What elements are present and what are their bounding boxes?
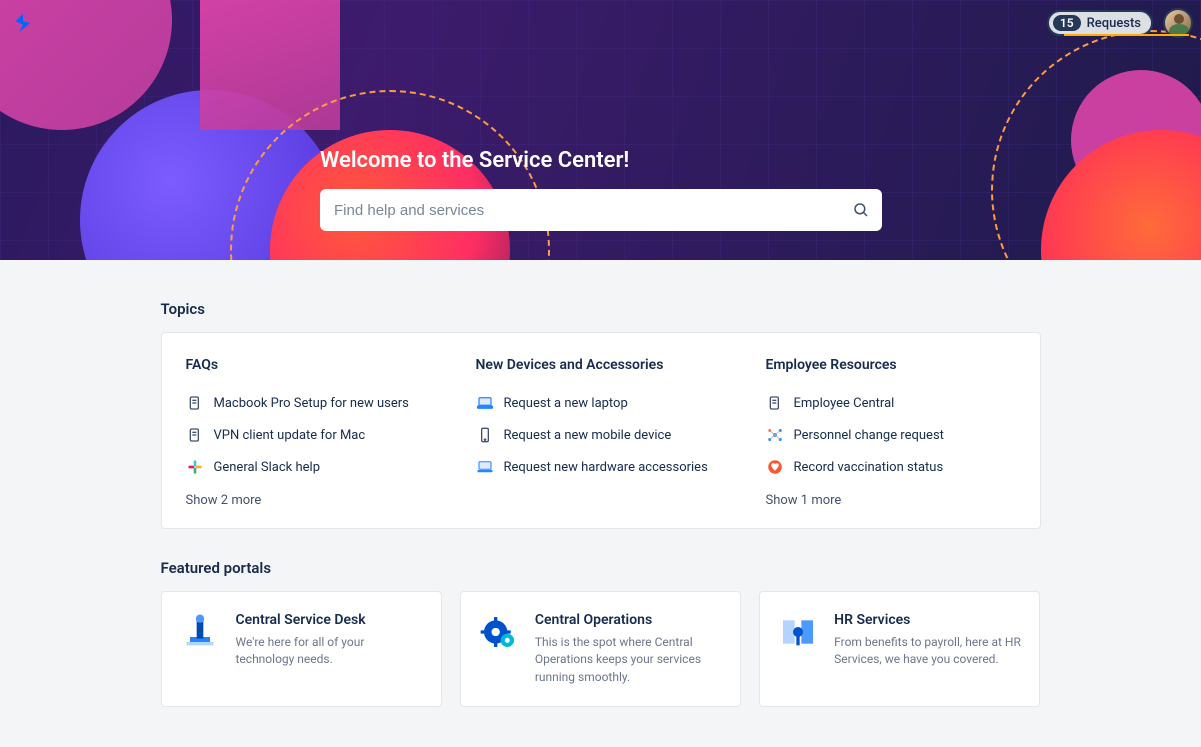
portal-title: HR Services [834,612,1021,628]
topic-item[interactable]: Macbook Pro Setup for new users [186,387,436,419]
requests-button[interactable]: 15 Requests [1047,10,1153,36]
doc-icon [766,394,784,412]
phone-icon [476,426,494,444]
topic-item-label: Request new hardware accessories [504,460,708,475]
topic-heading-employee: Employee Resources [766,357,1016,373]
portal-desc: This is the spot where Central Operation… [535,634,722,686]
topic-item[interactable]: Employee Central [766,387,1016,419]
topic-item-label: General Slack help [214,460,321,475]
topic-heading-devices: New Devices and Accessories [476,357,726,373]
topic-item-label: Request a new mobile device [504,428,672,443]
desk-icon [180,612,220,652]
portal-title: Central Operations [535,612,722,628]
search-icon[interactable] [852,201,870,219]
topic-item-label: Personnel change request [794,428,944,443]
show-more-link[interactable]: Show 2 more [186,493,436,508]
search-input[interactable] [320,189,882,231]
doc-icon [186,394,204,412]
portal-card-hr[interactable]: HR Services From benefits to payroll, he… [759,591,1040,707]
laptop-icon [476,458,494,476]
doc-icon [186,426,204,444]
laptop-icon [476,394,494,412]
portal-title: Central Service Desk [236,612,423,628]
topic-item[interactable]: VPN client update for Mac [186,419,436,451]
topics-section-label: Topics [161,300,1041,318]
topic-item-label: VPN client update for Mac [214,428,366,443]
topic-item-label: Macbook Pro Setup for new users [214,396,409,411]
heart-icon [766,458,784,476]
portal-card-service-desk[interactable]: Central Service Desk We're here for all … [161,591,442,707]
portal-desc: From benefits to payroll, here at HR Ser… [834,634,1021,669]
app-logo[interactable] [12,12,34,34]
hr-icon [778,612,818,652]
gear-icon [479,612,519,652]
topic-item[interactable]: Personnel change request [766,419,1016,451]
network-icon [766,426,784,444]
topic-item[interactable]: Request a new laptop [476,387,726,419]
portal-card-central-ops[interactable]: Central Operations This is the spot wher… [460,591,741,707]
page-title: Welcome to the Service Center! [320,148,881,173]
topic-heading-faqs: FAQs [186,357,436,373]
portal-desc: We're here for all of your technology ne… [236,634,423,669]
show-more-link[interactable]: Show 1 more [766,493,1016,508]
topic-item[interactable]: Record vaccination status [766,451,1016,483]
topic-item-label: Employee Central [794,396,895,411]
requests-count-badge: 15 [1053,15,1081,31]
topic-item-label: Record vaccination status [794,460,944,475]
topic-item[interactable]: Request a new mobile device [476,419,726,451]
topics-card: FAQs Macbook Pro Setup for new users VPN… [161,332,1041,529]
active-tab-indicator [1064,34,1189,36]
topic-item[interactable]: General Slack help [186,451,436,483]
topic-item[interactable]: Request new hardware accessories [476,451,726,483]
topic-item-label: Request a new laptop [504,396,628,411]
portals-section-label: Featured portals [161,559,1041,577]
slack-icon [186,458,204,476]
requests-label: Requests [1087,16,1141,31]
